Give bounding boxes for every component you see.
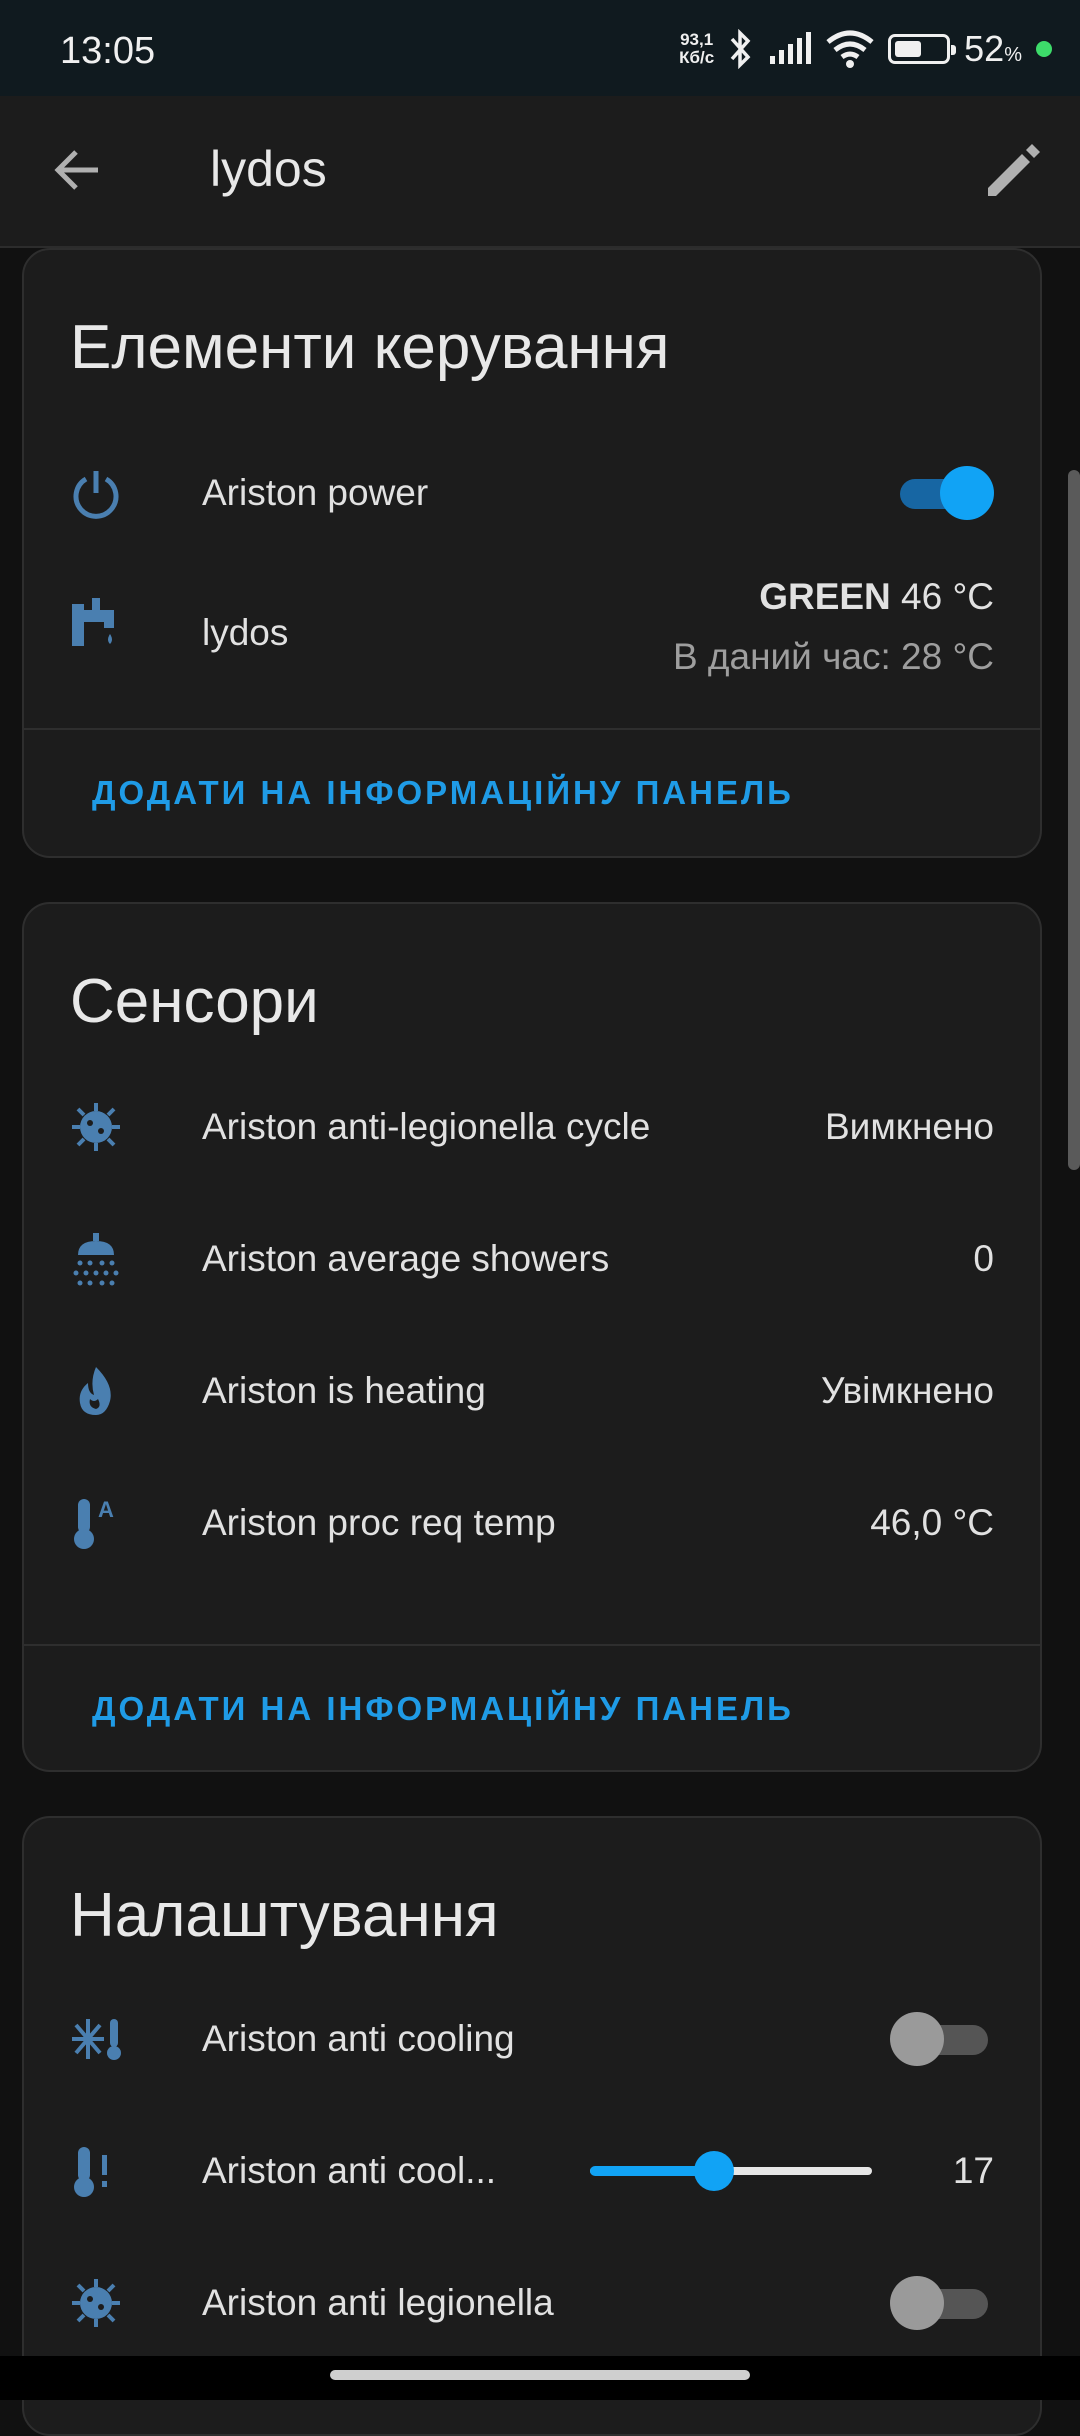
setting-row-anti-cooling[interactable]: Ariston anti cooling [24, 1984, 1040, 2094]
row-value: 17 [952, 2150, 994, 2191]
home-gesture-pill[interactable] [330, 2370, 750, 2380]
row-label: Ariston anti cooling [202, 2018, 515, 2059]
arrow-back-icon [54, 150, 98, 190]
setting-row-anti-legionella[interactable]: Ariston anti legionella [24, 2248, 1040, 2358]
scrollbar[interactable] [1068, 470, 1080, 1170]
network-speed: 93,1 Кб/с [679, 30, 715, 67]
battery-icon [888, 34, 957, 64]
app-bar: lydos [0, 96, 1080, 248]
privacy-indicator-dot [1036, 41, 1052, 57]
operation-mode: GREEN [759, 576, 891, 617]
sensor-row-average-showers[interactable]: Ariston average showers 0 [24, 1204, 1040, 1314]
row-value: Увімкнено [821, 1370, 994, 1411]
power-toggle[interactable] [892, 466, 994, 520]
row-label: Ariston is heating [202, 1370, 486, 1411]
signal-icon [770, 32, 812, 64]
wifi-icon [826, 30, 874, 68]
anti-cooling-toggle[interactable] [890, 2012, 988, 2066]
power-icon [73, 471, 119, 519]
anti-legionella-toggle[interactable] [890, 2276, 988, 2330]
svg-text:A: A [98, 1497, 114, 1522]
setting-row-anti-cool-temp[interactable]: Ariston anti cool... 17 [24, 2116, 1040, 2226]
sensor-row-is-heating[interactable]: Ariston is heating Увімкнено [24, 1336, 1040, 1446]
add-to-dashboard-button[interactable]: ДОДАТИ НА ІНФОРМАЦІЙНУ ПАНЕЛЬ [92, 1690, 794, 1728]
bluetooth-icon [730, 29, 751, 69]
status-icons: 93,1 Кб/с 52% [679, 26, 1052, 72]
thermometer-alert-icon [74, 2147, 107, 2197]
controls-card: Елементи керування Ariston power lydos G… [22, 248, 1042, 858]
status-time: 13:05 [60, 30, 156, 72]
status-bar: 13:05 93,1 Кб/с 52% [0, 0, 1080, 96]
sensors-title: Сенсори [70, 967, 319, 1036]
water-heater-icon [72, 598, 114, 646]
pencil-icon [988, 144, 1040, 196]
controls-title: Елементи керування [70, 313, 670, 382]
divider [24, 1644, 1040, 1646]
row-label: Ariston proc req temp [202, 1502, 556, 1543]
shower-icon [73, 1233, 119, 1286]
row-value: 46,0 °C [870, 1502, 994, 1543]
water-heater-state: GREEN 46 °C В даний час: 28 °C [673, 576, 994, 678]
page-title: lydos [210, 141, 327, 197]
row-label: Ariston average showers [202, 1238, 610, 1279]
slider-thumb[interactable] [694, 2151, 734, 2191]
row-label: Ariston power [202, 472, 429, 513]
sensor-row-anti-legionella-cycle[interactable]: Ariston anti-legionella cycle Вимкнено [24, 1072, 1040, 1182]
target-temperature: 46 °C [901, 576, 994, 617]
fire-icon [79, 1367, 111, 1415]
divider [24, 728, 1040, 730]
current-temperature: В даний час: 28 °C [672, 636, 994, 677]
add-to-dashboard-button[interactable]: ДОДАТИ НА ІНФОРМАЦІЙНУ ПАНЕЛЬ [92, 774, 794, 812]
row-label: lydos [202, 612, 289, 653]
anti-cool-slider[interactable] [590, 2151, 872, 2191]
row-label: Ariston anti legionella [202, 2282, 554, 2323]
bacteria-icon [72, 2279, 120, 2327]
row-value: 0 [973, 1238, 994, 1279]
edit-button[interactable] [972, 130, 1052, 210]
control-row-ariston-power[interactable]: Ariston power [24, 438, 1040, 548]
thermometer-auto-icon: A [74, 1497, 114, 1549]
settings-title: Налаштування [70, 1881, 499, 1950]
control-row-lydos[interactable]: lydos GREEN 46 °C В даний час: 28 °C [24, 560, 1040, 700]
row-label: Ariston anti-legionella cycle [202, 1106, 651, 1147]
sensors-card: Сенсори Ariston anti-legionella cycle Ви… [22, 902, 1042, 1772]
row-value: Вимкнено [825, 1106, 994, 1147]
bacteria-icon [72, 1103, 120, 1151]
row-label: Ariston anti cool... [202, 2150, 497, 2191]
settings-card: Налаштування Ariston anti cooling Aristo… [22, 1816, 1042, 2436]
battery-percent: 52% [964, 28, 1022, 69]
sensor-row-proc-req-temp[interactable]: A Ariston proc req temp 46,0 °C [24, 1468, 1040, 1578]
snowflake-thermometer-icon [72, 2019, 121, 2060]
back-button[interactable] [38, 130, 118, 210]
